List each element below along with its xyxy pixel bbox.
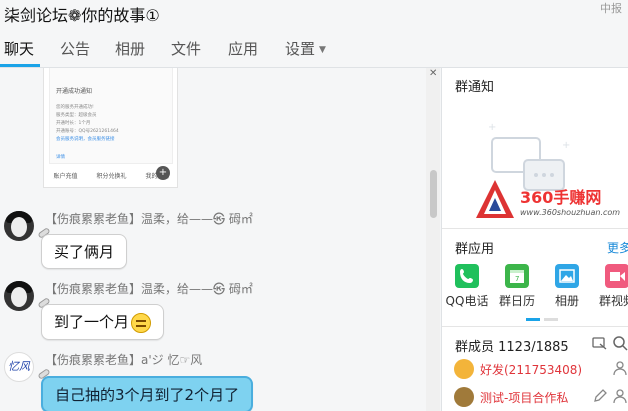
card-title: 开通成功通知: [56, 88, 93, 95]
app-video[interactable]: 群视频: [592, 264, 628, 309]
member-avatar: [454, 387, 474, 407]
window-controls: 中报: [594, 0, 628, 16]
calendar-icon: 7: [505, 264, 529, 288]
search-icon[interactable]: [612, 335, 628, 351]
tab-settings[interactable]: 设置 ▼: [285, 38, 326, 59]
svg-text:+: +: [488, 122, 496, 133]
tab-bar: 聊天 公告 相册 文件 应用 设置 ▼: [0, 30, 628, 68]
member-name: 好发(211753408): [480, 363, 583, 377]
app-calendar[interactable]: 7 群日历: [492, 264, 542, 309]
card-line: 会员服务说明，会员服务链接: [56, 137, 115, 142]
tab-files[interactable]: 文件: [171, 38, 201, 59]
app-album[interactable]: 相册: [542, 264, 592, 309]
watermark-url: www.360shouzhuan.com: [520, 208, 621, 217]
video-icon: [605, 264, 628, 288]
message-sender: 【伤痕累累老鱼】温柔，给——㉿ 砪㎡: [45, 212, 253, 226]
watermark-title: 360手赚网: [520, 188, 602, 207]
divider: [442, 228, 628, 229]
card-footer-item: 积分兑换礼: [96, 173, 127, 180]
collapse-icon[interactable]: ✕: [429, 68, 437, 79]
avatar[interactable]: [4, 211, 34, 241]
message-text: 到了一个月: [54, 313, 130, 331]
app-label: 群视频: [598, 294, 628, 308]
tab-album[interactable]: 相册: [115, 38, 145, 59]
window-title: 柒剑论坛❁你的故事①: [4, 6, 160, 25]
right-panel: 群通知 + + 360手赚网 www.360shouzhuan.com 群应用 …: [441, 68, 628, 411]
card-line: 开通时长：1个月: [56, 121, 91, 126]
pager-dot[interactable]: [544, 318, 558, 321]
app-label: 相册: [554, 294, 579, 308]
tab-chat[interactable]: 聊天: [4, 38, 34, 59]
message-bubble[interactable]: 买了俩月: [41, 234, 128, 269]
apps-more-link[interactable]: 更多: [607, 239, 628, 256]
app-label: QQ电话: [445, 294, 489, 308]
window-control-report[interactable]: 中报: [594, 0, 628, 16]
app-qq-call[interactable]: QQ电话: [442, 264, 492, 309]
message-bubble[interactable]: 自己抽的3个月到了2个月了: [41, 376, 254, 411]
notice-title: 群通知: [455, 80, 495, 95]
logo-triangle-icon: [476, 180, 514, 218]
apps-title: 群应用: [455, 242, 495, 257]
svg-text:+: +: [562, 140, 570, 151]
svg-text:7: 7: [515, 275, 519, 283]
message-bubble[interactable]: 到了一个月: [41, 304, 165, 340]
watermark: 360手赚网 www.360shouzhuan.com: [472, 178, 628, 228]
tab-settings-label: 设置: [285, 40, 316, 58]
member-name: 测试-项目合作私: [480, 391, 569, 405]
avatar[interactable]: 忆风: [4, 352, 34, 382]
person-icon[interactable]: [612, 360, 628, 376]
members-title: 群成员 1123/1885: [455, 340, 569, 355]
card-link: 详情: [56, 155, 65, 160]
apps-pager: [526, 318, 558, 321]
chat-scrollbar[interactable]: ✕: [426, 68, 440, 411]
app-label: 群日历: [498, 294, 535, 308]
person-icon[interactable]: [612, 388, 628, 404]
active-tab-indicator: [0, 64, 40, 67]
notification-card: 开通成功通知 您的服务开通成功! 服务类型：超级会员 开通时长：1个月 开通账号…: [49, 68, 173, 164]
zoom-in-icon[interactable]: +: [156, 166, 170, 180]
card-line: 服务类型：超级会员: [56, 113, 97, 118]
member-item[interactable]: 好发(211753408): [454, 358, 628, 380]
scroll-thumb[interactable]: [430, 170, 437, 218]
photo-icon: [555, 264, 579, 288]
smiley-emoji-icon: [131, 312, 152, 333]
message-sender: 【伤痕累累老鱼】a'ジ 忆☞风: [45, 353, 203, 367]
card-line: 开通账号：QQ号2621261464: [56, 129, 119, 134]
member-item[interactable]: 测试-项目合作私: [454, 386, 628, 408]
card-footer-item: 账户充值: [53, 173, 78, 180]
chat-area: 开通成功通知 您的服务开通成功! 服务类型：超级会员 开通时长：1个月 开通账号…: [0, 68, 441, 411]
tab-apps[interactable]: 应用: [228, 38, 258, 59]
member-manage-icon[interactable]: [592, 335, 608, 351]
tab-announcement[interactable]: 公告: [60, 38, 90, 59]
avatar[interactable]: [4, 281, 34, 311]
edit-icon[interactable]: [592, 388, 608, 404]
member-avatar: [454, 359, 474, 379]
chevron-down-icon: ▼: [319, 44, 326, 55]
divider: [442, 326, 628, 327]
pager-dot[interactable]: [526, 318, 540, 321]
title-bar: 柒剑论坛❁你的故事① 中报: [0, 0, 628, 30]
card-line: 您的服务开通成功!: [56, 105, 94, 110]
phone-icon: [455, 264, 479, 288]
message-sender: 【伤痕累累老鱼】温柔，给——㉿ 砪㎡: [45, 282, 253, 296]
